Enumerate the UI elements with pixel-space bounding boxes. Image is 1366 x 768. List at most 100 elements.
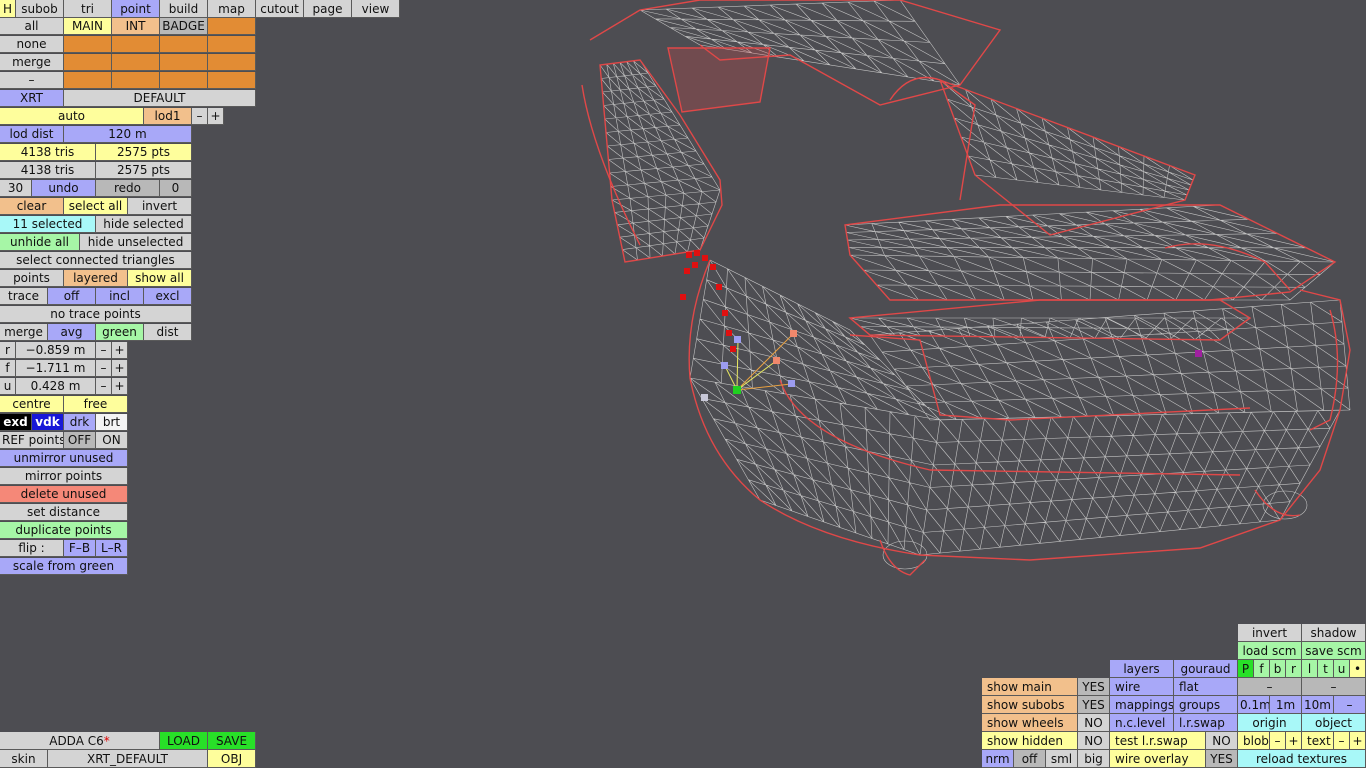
coord-f-value[interactable]: −1.711 m <box>16 360 96 377</box>
gouraud-button[interactable]: gouraud <box>1174 660 1238 678</box>
trace-off-button[interactable]: off <box>48 288 96 305</box>
undo-button[interactable]: undo <box>32 180 96 197</box>
wire-button[interactable]: wire <box>1110 678 1174 696</box>
layer-cell[interactable] <box>160 72 208 89</box>
tab-subob[interactable]: subob <box>16 0 64 18</box>
layer-cell[interactable] <box>112 54 160 71</box>
test-lr-swap-no[interactable]: NO <box>1206 732 1238 750</box>
shade-brt-button[interactable]: brt <box>96 414 128 431</box>
nc-level-button[interactable]: n.c.level <box>1110 714 1174 732</box>
flip-lr-button[interactable]: L–R <box>96 540 128 557</box>
lod-auto-button[interactable]: auto <box>0 108 144 125</box>
lod-plus-button[interactable]: + <box>208 108 224 125</box>
coord-u-value[interactable]: 0.428 m <box>16 378 96 395</box>
view-r-button[interactable]: r <box>1286 660 1302 678</box>
default-skin-button[interactable]: DEFAULT <box>64 90 256 107</box>
home-button[interactable]: H <box>0 0 16 18</box>
points-mode-button[interactable]: points <box>0 270 64 287</box>
merge-avg-button[interactable]: avg <box>48 324 96 341</box>
unhide-all-button[interactable]: unhide all <box>0 234 80 251</box>
ref-on-button[interactable]: ON <box>96 432 128 449</box>
layer-cell[interactable] <box>208 54 256 71</box>
tab-tri[interactable]: tri <box>64 0 112 18</box>
show-subobs-yes[interactable]: YES <box>1078 696 1110 714</box>
scale-from-green-button[interactable]: scale from green <box>0 558 128 575</box>
layer-badge-button[interactable]: BADGE <box>160 18 208 35</box>
grid-dash-button-2[interactable]: – <box>1302 678 1366 696</box>
select-connected-button[interactable]: select connected triangles <box>0 252 192 269</box>
layer-main-button[interactable]: MAIN <box>64 18 112 35</box>
save-scm-button[interactable]: save scm <box>1302 642 1366 660</box>
layer-cell[interactable] <box>64 54 112 71</box>
layer-cell[interactable] <box>208 18 256 35</box>
show-wheels-label[interactable]: show wheels <box>982 714 1078 732</box>
shade-exd-button[interactable]: exd <box>0 414 32 431</box>
invert-selection-button[interactable]: invert <box>128 198 192 215</box>
groups-button[interactable]: groups <box>1174 696 1238 714</box>
blob-plus-button[interactable]: + <box>1286 732 1302 750</box>
view-f-button[interactable]: f <box>1254 660 1270 678</box>
layer-cell[interactable] <box>208 72 256 89</box>
selected-count[interactable]: 11 selected <box>0 216 96 233</box>
layer-merge-button[interactable]: merge <box>0 54 64 71</box>
layer-all-button[interactable]: all <box>0 18 64 35</box>
select-all-button[interactable]: select all <box>64 198 128 215</box>
show-hidden-label[interactable]: show hidden <box>982 732 1078 750</box>
duplicate-points-button[interactable]: duplicate points <box>0 522 128 539</box>
delete-unused-button[interactable]: delete unused <box>0 486 128 503</box>
layer-cell[interactable] <box>112 72 160 89</box>
layered-button[interactable]: layered <box>64 270 128 287</box>
hide-unselected-button[interactable]: hide unselected <box>80 234 192 251</box>
xrt-button[interactable]: XRT <box>0 90 64 107</box>
merge-dist-button[interactable]: dist <box>144 324 192 341</box>
coord-u-minus[interactable]: – <box>96 378 112 395</box>
coord-u-plus[interactable]: + <box>112 378 128 395</box>
clear-button[interactable]: clear <box>0 198 64 215</box>
grid-10m-button[interactable]: 10m <box>1302 696 1334 714</box>
test-lr-swap-button[interactable]: test l.r.swap <box>1110 732 1206 750</box>
shade-drk-button[interactable]: drk <box>64 414 96 431</box>
shade-vdk-button[interactable]: vdk <box>32 414 64 431</box>
big-button[interactable]: big <box>1078 750 1110 768</box>
merge-green-button[interactable]: green <box>96 324 144 341</box>
wire-overlay-button[interactable]: wire overlay <box>1110 750 1206 768</box>
shadow-button[interactable]: shadow <box>1302 624 1366 642</box>
unmirror-unused-button[interactable]: unmirror unused <box>0 450 128 467</box>
centre-button[interactable]: centre <box>0 396 64 413</box>
coord-f-plus[interactable]: + <box>112 360 128 377</box>
view-t-button[interactable]: t <box>1318 660 1334 678</box>
lod-dist-label[interactable]: lod dist <box>0 126 64 143</box>
coord-f-minus[interactable]: – <box>96 360 112 377</box>
mirror-points-button[interactable]: mirror points <box>0 468 128 485</box>
skin-value[interactable]: XRT_DEFAULT <box>48 750 208 768</box>
off-button[interactable]: off <box>1014 750 1046 768</box>
object-button[interactable]: object <box>1302 714 1366 732</box>
layer-int-button[interactable]: INT <box>112 18 160 35</box>
flat-button[interactable]: flat <box>1174 678 1238 696</box>
model-name[interactable]: ADDA C6* <box>0 732 160 750</box>
tab-map[interactable]: map <box>208 0 256 18</box>
tab-view[interactable]: view <box>352 0 400 18</box>
wire-overlay-yes[interactable]: YES <box>1206 750 1238 768</box>
layer-none-button[interactable]: none <box>0 36 64 53</box>
trace-excl-button[interactable]: excl <box>144 288 192 305</box>
set-distance-button[interactable]: set distance <box>0 504 128 521</box>
show-main-yes[interactable]: YES <box>1078 678 1110 696</box>
lod-dist-value[interactable]: 120 m <box>64 126 192 143</box>
mappings-button[interactable]: mappings <box>1110 696 1174 714</box>
view-invert-button[interactable]: invert <box>1238 624 1302 642</box>
load-scm-button[interactable]: load scm <box>1238 642 1302 660</box>
lr-swap-button[interactable]: l.r.swap <box>1174 714 1238 732</box>
nrm-button[interactable]: nrm <box>982 750 1014 768</box>
coord-r-plus[interactable]: + <box>112 342 128 359</box>
layer-cell[interactable] <box>64 36 112 53</box>
view-l-button[interactable]: l <box>1302 660 1318 678</box>
lod1-button[interactable]: lod1 <box>144 108 192 125</box>
origin-button[interactable]: origin <box>1238 714 1302 732</box>
show-main-label[interactable]: show main <box>982 678 1078 696</box>
flip-fb-button[interactable]: F–B <box>64 540 96 557</box>
grid-1m-button[interactable]: 1m <box>1270 696 1302 714</box>
layer-cell[interactable] <box>160 36 208 53</box>
trace-incl-button[interactable]: incl <box>96 288 144 305</box>
view-dot-button[interactable]: • <box>1350 660 1366 678</box>
